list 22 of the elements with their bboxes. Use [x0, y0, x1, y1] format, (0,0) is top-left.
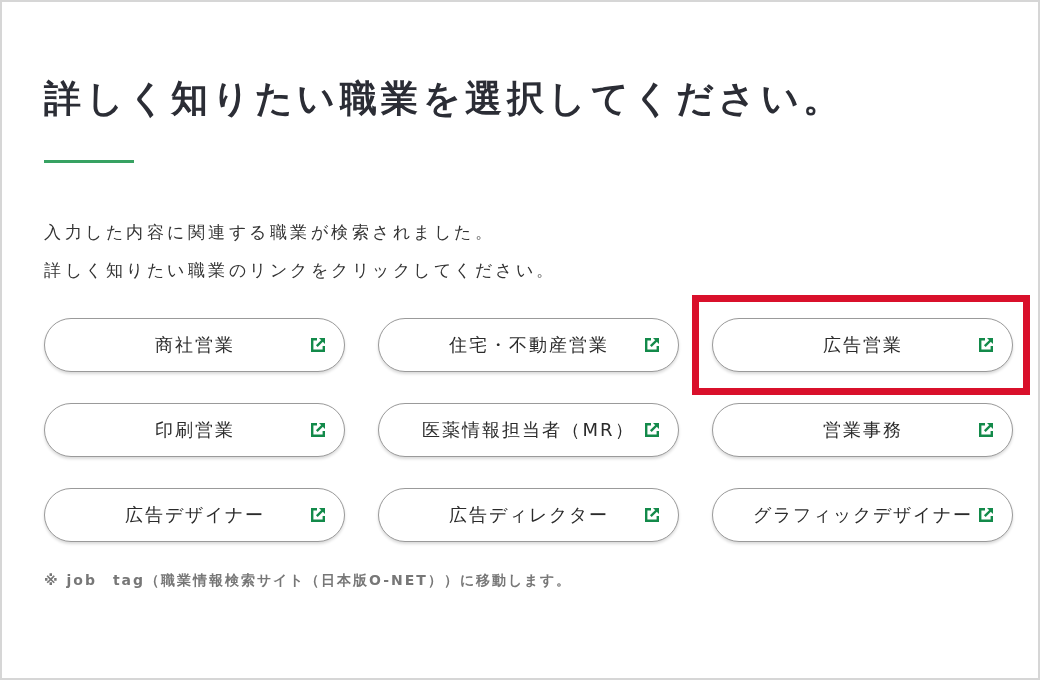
external-link-icon: [644, 337, 660, 353]
external-link-icon: [644, 422, 660, 438]
job-link-button[interactable]: 住宅・不動産営業: [378, 318, 679, 372]
job-link-button[interactable]: 営業事務: [712, 403, 1013, 457]
job-link-button[interactable]: 広告営業: [712, 318, 1013, 372]
footnote-text: ※ job tag（職業情報検索サイト（日本版O-NET））に移動します。: [44, 571, 572, 590]
intro-text: 入力した内容に関連する職業が検索されました。: [44, 221, 495, 244]
external-link-icon: [978, 337, 994, 353]
external-link-icon: [310, 422, 326, 438]
external-link-icon: [644, 507, 660, 523]
job-link-button[interactable]: 広告ディレクター: [378, 488, 679, 542]
external-link-icon: [310, 337, 326, 353]
external-link-icon: [978, 422, 994, 438]
external-link-icon: [310, 507, 326, 523]
job-link-button[interactable]: 医薬情報担当者（MR）: [378, 403, 679, 457]
external-link-icon: [978, 507, 994, 523]
intro-text: 詳しく知りたい職業のリンクをクリックしてください。: [44, 259, 557, 282]
page-heading: 詳しく知りたい職業を選択してください。: [44, 76, 845, 122]
job-link-button[interactable]: 広告デザイナー: [44, 488, 345, 542]
job-link-button[interactable]: 商社営業: [44, 318, 345, 372]
job-link-button[interactable]: 印刷営業: [44, 403, 345, 457]
job-link-button[interactable]: グラフィックデザイナー: [712, 488, 1013, 542]
